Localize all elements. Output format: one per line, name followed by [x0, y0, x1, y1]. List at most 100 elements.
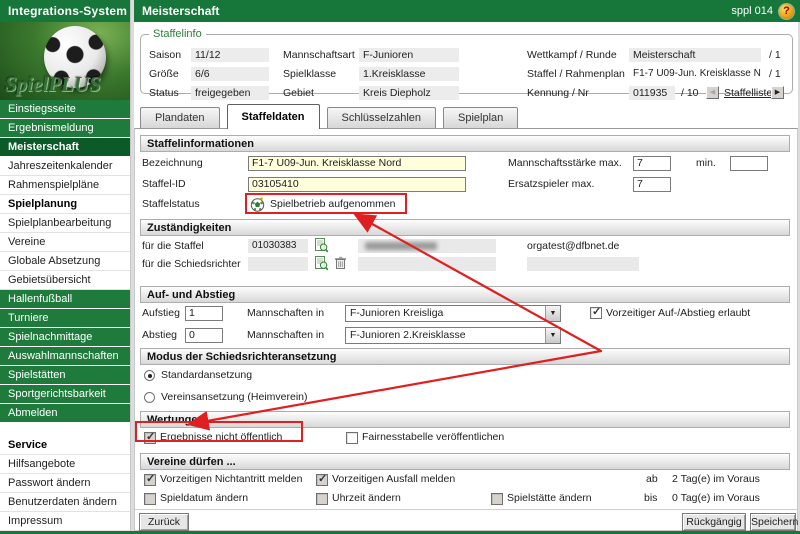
wettkampf-label: Wettkampf / Runde [527, 49, 617, 61]
staffelstatus-label: Staffelstatus [142, 198, 200, 210]
sidebar-item-rahmenspielplaene[interactable]: Rahmenspielpläne [0, 176, 130, 195]
sidebar-item-hallenfussball[interactable]: Hallenfußball [0, 290, 130, 309]
saison-label: Saison [149, 49, 182, 61]
mannschaften-in-label-2: Mannschaften in [247, 329, 325, 341]
help-icon[interactable]: ? [779, 3, 794, 19]
ausfall-checkbox[interactable] [316, 472, 328, 486]
aufstieg-select-value: F-Junioren Kreisliga [350, 307, 444, 319]
bezeichnung-label: Bezeichnung [142, 157, 203, 169]
spielbetrieb-ball-icon [250, 197, 265, 212]
staffel-verantwortlicher-name-redacted [358, 239, 496, 253]
staffelliste-link[interactable]: Staffelliste [724, 86, 772, 100]
mannschaftsstaerke-label: Mannschaftsstärke max. [508, 157, 622, 169]
uhrzeit-label: Uhrzeit ändern [332, 492, 401, 504]
trash-icon[interactable] [334, 256, 348, 271]
sidebar-item-impressum[interactable]: Impressum [0, 512, 130, 531]
sidebar-item-ergebnismeldung[interactable]: Ergebnismeldung [0, 119, 130, 138]
header-right: sppl 014 ? [731, 3, 794, 19]
uhrzeit-checkbox[interactable] [316, 493, 328, 505]
sidebar-item-spielstaetten[interactable]: Spielstätten [0, 366, 130, 385]
sidebar-item-spielnachmittage[interactable]: Spielnachmittage [0, 328, 130, 347]
sidebar-item-auswahlmannschaften[interactable]: Auswahlmannschaften [0, 347, 130, 366]
sidebar-item-vereine[interactable]: Vereine [0, 233, 130, 252]
redacted-name-blob [365, 242, 437, 250]
ersatzspieler-max-input[interactable]: 7 [633, 177, 671, 192]
sidebar-item-globale-absetzung[interactable]: Globale Absetzung [0, 252, 130, 271]
sidebar-item-meisterschaft[interactable]: Meisterschaft [0, 138, 130, 157]
schiedsrichter-lookup-icon[interactable] [315, 256, 329, 271]
abstieg-label: Abstieg [142, 329, 178, 341]
ab-value: 2 Tag(e) im Voraus [672, 473, 760, 485]
ergebnisse-nicht-oeffentlich-checkbox[interactable] [144, 430, 156, 444]
nichtantritt-checkbox[interactable] [144, 472, 156, 486]
abstieg-select[interactable]: F-Junioren 2.Kreisklasse ▼ [345, 327, 561, 344]
sidebar-item-einstiegsseite[interactable]: Einstiegsseite [0, 100, 130, 119]
aufstieg-input[interactable]: 1 [185, 306, 223, 321]
ergebnisse-nicht-oeffentlich-label: Ergebnisse nicht öffentlich [160, 431, 283, 443]
speichern-button[interactable]: Speichern [750, 513, 798, 531]
standardansetzung-label: Standardansetzung [161, 369, 253, 381]
status-label: Status [149, 87, 179, 99]
schiedsrichter-email-empty [527, 257, 639, 271]
staffelinfo-legend: Staffelinfo [153, 28, 202, 40]
ab-label: ab [646, 473, 658, 485]
schiedsrichter-name-empty [358, 257, 496, 271]
sidebar-section-gap [0, 423, 130, 436]
spieldatum-checkbox[interactable] [144, 493, 156, 505]
tab-staffeldaten[interactable]: Staffeldaten [226, 104, 320, 129]
fuer-die-schiedsrichter-label: für die Schiedsrichter [142, 258, 241, 270]
vereinsansetzung-radio[interactable] [144, 392, 155, 403]
standardansetzung-radio[interactable] [144, 370, 155, 381]
spieldatum-label: Spieldatum ändern [160, 492, 249, 504]
rueckgaengig-button[interactable]: Rückgängig [682, 513, 746, 531]
sidebar: Integrations-System SpielPLUS Einstiegss… [0, 0, 131, 531]
sidebar-item-abmelden[interactable]: Abmelden [0, 404, 130, 423]
screen: Integrations-System SpielPLUS Einstiegss… [0, 0, 800, 534]
sidebar-item-spielplanung[interactable]: Spielplanung [0, 195, 130, 214]
staffel-plan-value: / 1 [769, 68, 781, 80]
sidebar-item-turniere[interactable]: Turniere [0, 309, 130, 328]
sidebar-item-sportgerichtsbarkeit[interactable]: Sportgerichtsbarkeit [0, 385, 130, 404]
vereinsansetzung-label: Vereinsansetzung (Heimverein) [161, 391, 308, 403]
tab-plandaten[interactable]: Plandaten [140, 107, 220, 128]
tab-schluesselzahlen[interactable]: Schlüsselzahlen [326, 107, 437, 128]
abstieg-input[interactable]: 0 [185, 328, 223, 343]
wettkampf-value: Meisterschaft [629, 48, 761, 62]
aufstieg-select[interactable]: F-Junioren Kreisliga ▼ [345, 305, 561, 322]
bis-value: 0 Tag(e) im Voraus [672, 492, 760, 504]
mannschaften-in-label-1: Mannschaften in [247, 307, 325, 319]
tab-bar: Plandaten Staffeldaten Schlüsselzahlen S… [140, 104, 525, 129]
chevron-down-icon[interactable]: ▼ [545, 328, 560, 343]
vorzeitiger-aufabstieg-checkbox[interactable] [590, 305, 602, 319]
bezeichnung-input[interactable]: F1-7 U09-Jun. Kreisklasse Nord [248, 156, 466, 171]
staffel-next-button[interactable]: ▶ [771, 86, 784, 99]
mannschaftsart-label: Mannschaftsart [283, 49, 355, 61]
staffel-prev-button[interactable]: ◀ [706, 86, 719, 99]
chevron-down-icon[interactable]: ▼ [545, 306, 560, 321]
kennung-nr-value: / 10 [681, 87, 699, 99]
fairnesstabelle-checkbox[interactable] [346, 432, 358, 444]
zurueck-button[interactable]: Zurück [139, 513, 189, 531]
groesse-label: Größe [149, 68, 179, 80]
spielstaette-checkbox[interactable] [491, 493, 503, 505]
section-wertungen: Wertungen [140, 411, 790, 428]
nichtantritt-label: Vorzeitigen Nichtantritt melden [160, 473, 303, 485]
tab-spielplan[interactable]: Spielplan [443, 107, 519, 128]
sidebar-item-jahreszeitenkalender[interactable]: Jahreszeitenkalender [0, 157, 130, 176]
mannschaftsart-value: F-Junioren [359, 48, 459, 62]
staffel-verantwortlicher-email: orgatest@dfbnet.de [527, 240, 620, 252]
section-zustaendigkeiten: Zuständigkeiten [140, 219, 790, 236]
staffel-id-input[interactable]: 03105410 [248, 177, 466, 192]
sidebar-item-benutzerdaten-aendern[interactable]: Benutzerdaten ändern [0, 493, 130, 512]
sidebar-item-passwort-aendern[interactable]: Passwort ändern [0, 474, 130, 493]
staffeldaten-content: Staffelinformationen Bezeichnung F1-7 U0… [134, 128, 798, 531]
person-lookup-icon[interactable] [315, 238, 329, 253]
spielstaette-label: Spielstätte ändern [507, 492, 592, 504]
main-header: Meisterschaft sppl 014 ? [134, 0, 800, 22]
staffel-id-label: Staffel-ID [142, 178, 186, 190]
sidebar-item-gebietsuebersicht[interactable]: Gebietsübersicht [0, 271, 130, 290]
mannschaftsstaerke-max-input[interactable]: 7 [633, 156, 671, 171]
sidebar-item-hilfsangebote[interactable]: Hilfsangebote [0, 455, 130, 474]
sidebar-item-spielplanbearbeitung[interactable]: Spielplanbearbeitung [0, 214, 130, 233]
mannschaftsstaerke-min-input[interactable] [730, 156, 768, 171]
